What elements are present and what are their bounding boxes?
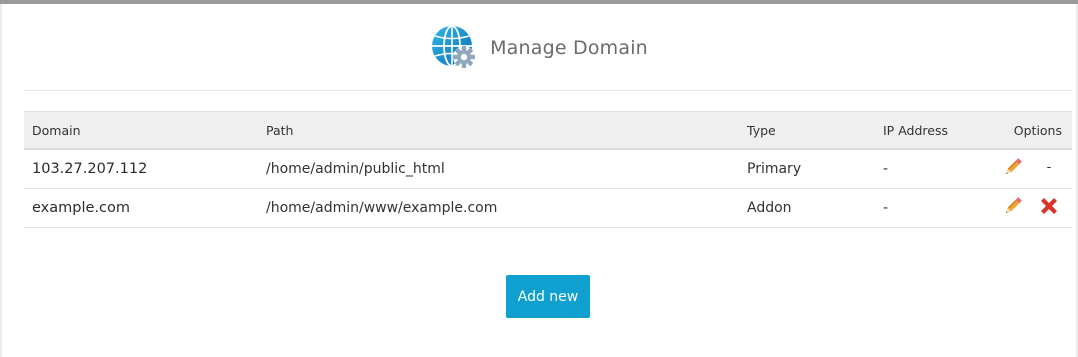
path-cell: /home/admin/www/example.com	[258, 188, 739, 228]
type-cell: Addon	[739, 188, 875, 228]
page-title: Manage Domain	[490, 37, 648, 59]
top-border	[0, 0, 1078, 4]
domain-cell: example.com	[24, 188, 258, 228]
table-row: example.com /home/admin/www/example.com …	[24, 188, 1072, 228]
column-header-options: Options	[990, 111, 1072, 150]
domain-cell: 103.27.207.112	[24, 149, 258, 189]
pencil-icon[interactable]	[1002, 156, 1024, 178]
page-header: Manage Domain	[0, 18, 1078, 78]
type-cell: Primary	[739, 149, 875, 189]
table-header-row: Domain Path Type IP Address Options	[24, 111, 1072, 150]
options-cell	[990, 188, 1072, 228]
no-delete-placeholder: -	[1046, 159, 1052, 175]
domains-table: Domain Path Type IP Address Options 103.…	[24, 111, 1072, 228]
path-cell: /home/admin/public_html	[258, 149, 739, 189]
close-x-icon[interactable]	[1038, 195, 1060, 217]
ip-cell: -	[875, 188, 990, 228]
add-new-button[interactable]: Add new	[506, 275, 590, 318]
ip-cell: -	[875, 149, 990, 189]
column-header-path: Path	[258, 111, 739, 150]
options-cell: -	[990, 149, 1072, 189]
column-header-ip: IP Address	[875, 111, 990, 150]
globe-gear-icon	[432, 25, 476, 68]
table-row: 103.27.207.112 /home/admin/public_html P…	[24, 149, 1072, 189]
header-divider	[24, 90, 1072, 91]
column-header-domain: Domain	[24, 111, 258, 150]
pencil-icon[interactable]	[1002, 195, 1024, 217]
column-header-type: Type	[739, 111, 875, 150]
